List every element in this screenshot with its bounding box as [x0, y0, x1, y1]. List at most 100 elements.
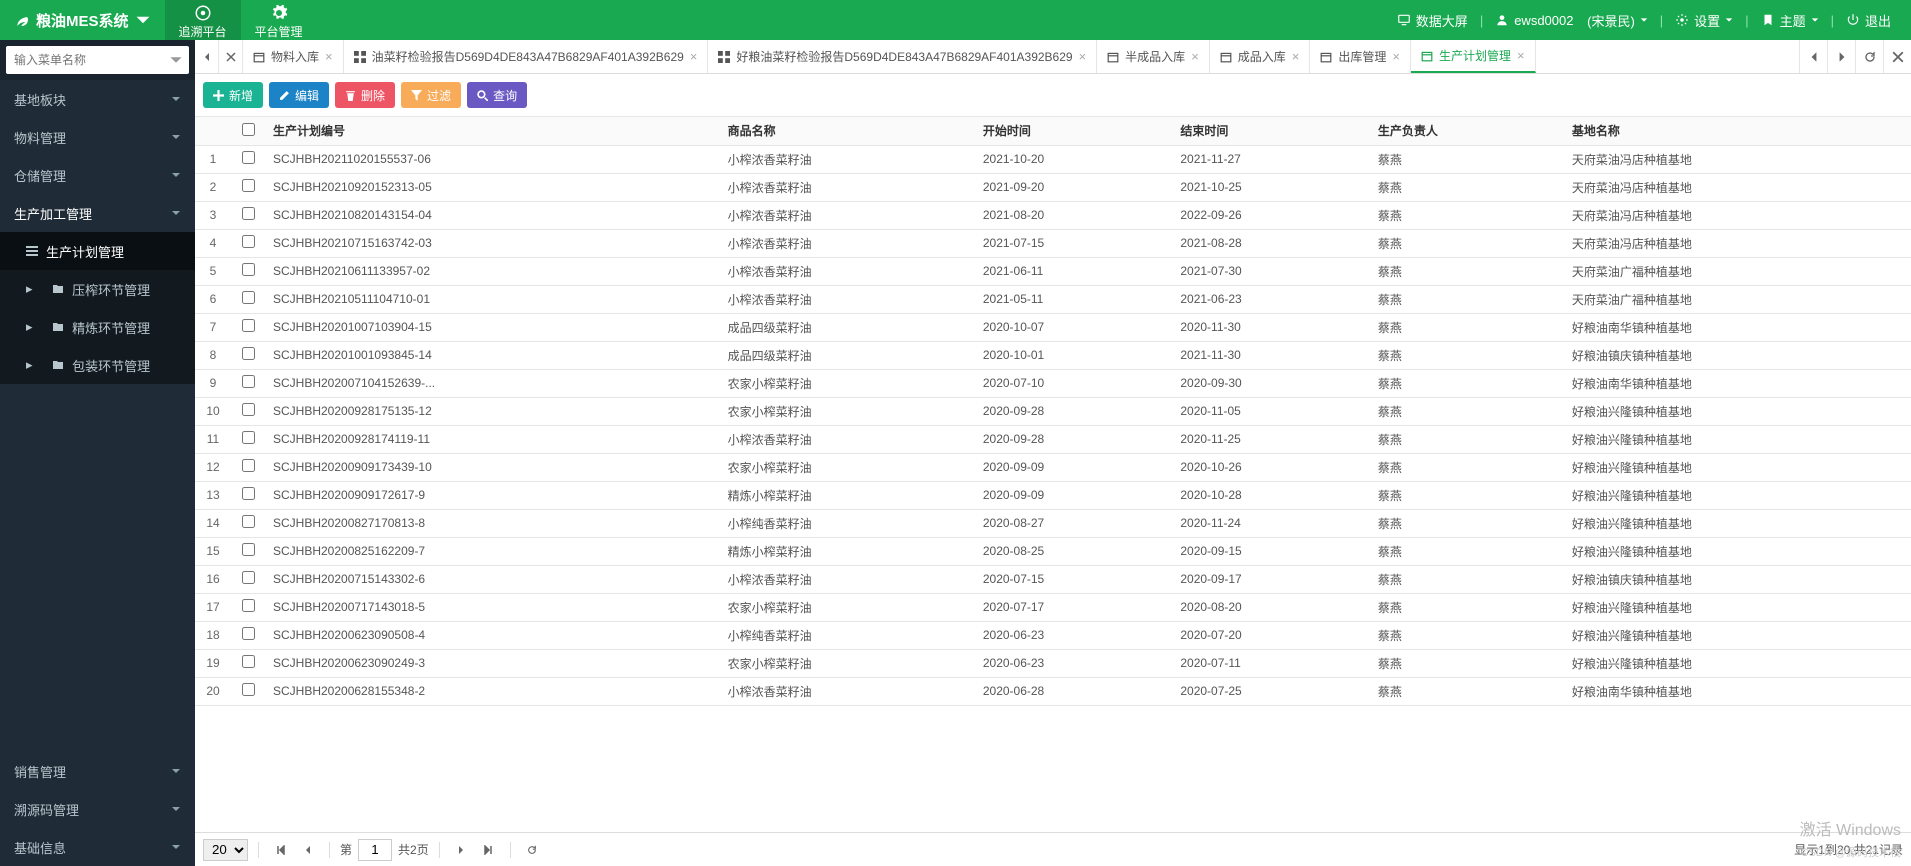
tab-nav-right[interactable]	[1827, 40, 1855, 73]
pager-first[interactable]	[269, 839, 291, 861]
tabs-close-current[interactable]	[219, 40, 243, 73]
nav-prod-plan[interactable]: 生产计划管理	[0, 232, 195, 270]
table-row[interactable]: 5SCJHBH20210611133957-02小榨浓香菜籽油2021-06-1…	[195, 257, 1911, 285]
edit-button[interactable]: 编辑	[269, 82, 329, 108]
tab-close[interactable]: ×	[1292, 49, 1300, 64]
tab-close[interactable]: ×	[690, 49, 698, 64]
row-check[interactable]	[242, 151, 255, 164]
check-all[interactable]	[242, 123, 255, 136]
nav-material[interactable]: 物料管理	[0, 118, 195, 156]
table-row[interactable]: 19SCJHBH20200623090249-3农家小榨菜籽油2020-06-2…	[195, 649, 1911, 677]
row-check[interactable]	[242, 291, 255, 304]
delete-button[interactable]: 删除	[335, 82, 395, 108]
pagesize-select[interactable]: 20	[203, 839, 248, 861]
filter-button[interactable]: 过滤	[401, 82, 461, 108]
topnav-trace[interactable]: 追溯平台	[165, 0, 241, 40]
table-row[interactable]: 14SCJHBH20200827170813-8小榨纯香菜籽油2020-08-2…	[195, 509, 1911, 537]
chevron-down-icon[interactable]	[169, 53, 183, 67]
nav-prod-pack[interactable]: ▸ 包装环节管理	[0, 346, 195, 384]
settings-menu[interactable]: 设置	[1667, 11, 1741, 30]
nav-basic[interactable]: 基础信息	[0, 828, 195, 866]
nav-warehouse[interactable]: 仓储管理	[0, 156, 195, 194]
row-check[interactable]	[242, 627, 255, 640]
row-check[interactable]	[242, 515, 255, 528]
logout-button[interactable]: 退出	[1838, 11, 1899, 30]
table-row[interactable]: 18SCJHBH20200623090508-4小榨纯香菜籽油2020-06-2…	[195, 621, 1911, 649]
table-row[interactable]: 6SCJHBH20210511104710-01小榨浓香菜籽油2021-05-1…	[195, 285, 1911, 313]
row-check[interactable]	[242, 459, 255, 472]
tab[interactable]: 成品入库×	[1210, 40, 1311, 73]
table-row[interactable]: 20SCJHBH20200628155348-2小榨浓香菜籽油2020-06-2…	[195, 677, 1911, 705]
menu-search-input[interactable]	[6, 46, 189, 74]
row-check[interactable]	[242, 571, 255, 584]
table-row[interactable]: 12SCJHBH20200909173439-10农家小榨菜籽油2020-09-…	[195, 453, 1911, 481]
row-check[interactable]	[242, 403, 255, 416]
nav-prod-refine[interactable]: ▸ 精炼环节管理	[0, 308, 195, 346]
table-row[interactable]: 11SCJHBH20200928174119-11小榨浓香菜籽油2020-09-…	[195, 425, 1911, 453]
tabs-scroll-left[interactable]	[195, 40, 219, 73]
add-button[interactable]: 新增	[203, 82, 263, 108]
dashboard-link[interactable]: 数据大屏	[1389, 11, 1476, 30]
row-check[interactable]	[242, 319, 255, 332]
table-row[interactable]: 8SCJHBH20201001093845-14成品四级菜籽油2020-10-0…	[195, 341, 1911, 369]
nav-production[interactable]: 生产加工管理	[0, 194, 195, 232]
row-check[interactable]	[242, 347, 255, 360]
user-menu[interactable]: ewsd0002 (宋景民)	[1487, 11, 1656, 30]
row-check[interactable]	[242, 683, 255, 696]
col-end[interactable]: 结束时间	[1172, 117, 1370, 145]
query-button[interactable]: 查询	[467, 82, 527, 108]
table-row[interactable]: 1SCJHBH20211020155537-06小榨浓香菜籽油2021-10-2…	[195, 145, 1911, 173]
row-check[interactable]	[242, 487, 255, 500]
row-check[interactable]	[242, 207, 255, 220]
nav-base[interactable]: 基地板块	[0, 80, 195, 118]
table-row[interactable]: 10SCJHBH20200928175135-12农家小榨菜籽油2020-09-…	[195, 397, 1911, 425]
table-row[interactable]: 3SCJHBH20210820143154-04小榨浓香菜籽油2021-08-2…	[195, 201, 1911, 229]
topnav-platform[interactable]: 平台管理	[241, 0, 317, 40]
table-row[interactable]: 9SCJHBH20200710415263​9-...农家小榨菜籽油2020-0…	[195, 369, 1911, 397]
table-row[interactable]: 13SCJHBH20200909172617-9精炼小榨菜籽油2020-09-0…	[195, 481, 1911, 509]
tab-close[interactable]: ×	[325, 49, 333, 64]
table-row[interactable]: 17SCJHBH20200717143018-5农家小榨菜籽油2020-07-1…	[195, 593, 1911, 621]
table-row[interactable]: 4SCJHBH20210715163742-03小榨浓香菜籽油2021-07-1…	[195, 229, 1911, 257]
table-row[interactable]: 15SCJHBH20200825162209-7精炼小榨菜籽油2020-08-2…	[195, 537, 1911, 565]
caret-down-icon[interactable]	[135, 12, 151, 28]
col-plan[interactable]: 生产计划编号	[265, 117, 720, 145]
pager-page-input[interactable]	[358, 839, 392, 861]
table-row[interactable]: 7SCJHBH20201007103904-15成品四级菜籽油2020-10-0…	[195, 313, 1911, 341]
row-check[interactable]	[242, 263, 255, 276]
col-product[interactable]: 商品名称	[720, 117, 975, 145]
tab[interactable]: 半成品入库×	[1097, 40, 1210, 73]
table-row[interactable]: 16SCJHBH20200715143302-6小榨浓香菜籽油2020-07-1…	[195, 565, 1911, 593]
tab-close[interactable]: ×	[1517, 48, 1525, 63]
tab-close-all[interactable]	[1883, 40, 1911, 73]
row-check[interactable]	[242, 375, 255, 388]
tab-close[interactable]: ×	[1392, 49, 1400, 64]
nav-sales[interactable]: 销售管理	[0, 752, 195, 790]
pager-prev[interactable]	[297, 839, 319, 861]
tab[interactable]: 物料入库×	[243, 40, 344, 73]
theme-menu[interactable]: 主题	[1753, 11, 1827, 30]
col-start[interactable]: 开始时间	[975, 117, 1173, 145]
tab[interactable]: 出库管理×	[1310, 40, 1411, 73]
tab-close[interactable]: ×	[1191, 49, 1199, 64]
col-base[interactable]: 基地名称	[1564, 117, 1911, 145]
row-check[interactable]	[242, 599, 255, 612]
tab[interactable]: 好粮油菜籽检验报告D569D4DE843A47B6829AF401A392B62…	[708, 40, 1097, 73]
table-row[interactable]: 2SCJHBH20210920152313-05小榨浓香菜籽油2021-09-2…	[195, 173, 1911, 201]
pager-next[interactable]	[450, 839, 472, 861]
row-check[interactable]	[242, 655, 255, 668]
row-check[interactable]	[242, 431, 255, 444]
tab-refresh[interactable]	[1855, 40, 1883, 73]
tab[interactable]: 生产计划管理×	[1411, 40, 1536, 73]
row-check[interactable]	[242, 179, 255, 192]
tab-nav-left[interactable]	[1799, 40, 1827, 73]
nav-trace[interactable]: 溯源码管理	[0, 790, 195, 828]
pager-last[interactable]	[478, 839, 500, 861]
pager-refresh[interactable]	[521, 839, 543, 861]
row-check[interactable]	[242, 235, 255, 248]
tab[interactable]: 油菜籽检验报告D569D4DE843A47B6829AF401A392B629×	[344, 40, 709, 73]
tab-close[interactable]: ×	[1079, 49, 1087, 64]
row-check[interactable]	[242, 543, 255, 556]
nav-prod-press[interactable]: ▸ 压榨环节管理	[0, 270, 195, 308]
col-person[interactable]: 生产负责人	[1370, 117, 1564, 145]
